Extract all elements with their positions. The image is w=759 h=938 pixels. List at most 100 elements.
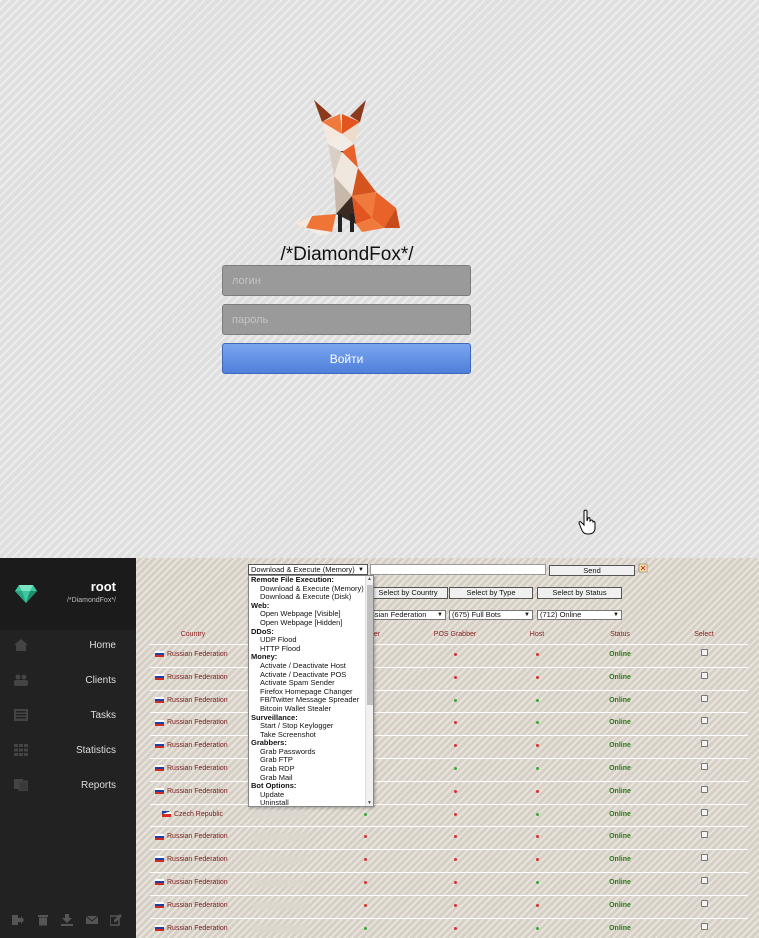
row-country: Russian Federation xyxy=(150,856,234,863)
trash-icon[interactable] xyxy=(37,914,49,926)
row-checkbox[interactable] xyxy=(700,763,708,770)
sidebar-header: root /*DiamondFox*/ xyxy=(0,558,136,630)
row-checkbox[interactable] xyxy=(700,877,708,884)
row-status: Online xyxy=(609,765,631,772)
row-select xyxy=(698,877,710,886)
mail-icon[interactable] xyxy=(85,914,98,926)
row-select xyxy=(698,785,710,795)
logout-icon[interactable] xyxy=(12,914,24,926)
row-host-indicator xyxy=(522,719,552,726)
row-select xyxy=(698,922,710,932)
row-checkbox[interactable] xyxy=(700,831,708,839)
row-checkbox[interactable] xyxy=(700,785,708,793)
row-host-indicator xyxy=(522,765,552,772)
bot-type-filter-select[interactable]: (675) Full Bots ▼ xyxy=(449,610,533,620)
table-row: Russian Federation Online xyxy=(150,917,748,938)
row-status: Online xyxy=(609,833,631,841)
row-pos-indicator xyxy=(440,811,470,818)
command-argument-input[interactable] xyxy=(370,564,546,575)
row-ip-redacted xyxy=(250,901,310,912)
login-button[interactable]: Войти xyxy=(222,343,471,374)
nav-item-clients[interactable]: Clients xyxy=(0,665,136,695)
select-by-status-button[interactable]: Select by Status xyxy=(537,587,622,599)
flag-icon xyxy=(155,696,164,703)
nav-label-home: Home xyxy=(89,639,116,651)
row-host-indicator xyxy=(522,742,552,749)
country-name: Russian Federation xyxy=(167,765,228,772)
row-host-indicator xyxy=(522,902,552,909)
row-checkbox[interactable] xyxy=(700,854,708,862)
clear-icon[interactable] xyxy=(638,563,648,573)
select-by-country-button[interactable]: Select by Country xyxy=(368,587,448,599)
edit-icon[interactable] xyxy=(110,914,122,926)
row-checkbox[interactable] xyxy=(700,808,708,816)
tasks-icon xyxy=(14,709,28,721)
row-pos-indicator xyxy=(440,788,470,795)
scroll-up-icon[interactable]: ▲ xyxy=(367,576,372,582)
row-status: Online xyxy=(609,879,631,886)
row-host-indicator xyxy=(522,651,552,658)
row-checkbox[interactable] xyxy=(700,740,708,748)
row-checkbox[interactable] xyxy=(700,649,708,656)
menu-option[interactable]: Uninstall xyxy=(249,799,366,806)
nav-item-reports[interactable]: Reports xyxy=(0,770,136,800)
country-filter-select[interactable]: ssian Federation ▼ xyxy=(368,610,446,620)
scroll-down-icon[interactable]: ▼ xyxy=(367,800,372,806)
menu-scroll-thumb[interactable] xyxy=(367,585,373,705)
row-pos-indicator xyxy=(440,879,470,886)
menu-scrollbar[interactable]: ▲ ▼ xyxy=(365,576,373,806)
row-select xyxy=(698,831,710,840)
grid-icon xyxy=(14,744,28,756)
home-icon xyxy=(14,639,28,651)
gem-icon xyxy=(15,585,37,603)
table-row: Czech Republic Online xyxy=(150,803,748,826)
country-name: Russian Federation xyxy=(167,787,228,795)
row-checkbox[interactable] xyxy=(700,717,708,725)
users-icon xyxy=(14,674,28,686)
row-pos-indicator xyxy=(440,902,470,909)
command-select[interactable]: Download & Execute (Memory) ▼ xyxy=(248,564,368,575)
row-status: Online xyxy=(609,901,631,909)
row-checkbox[interactable] xyxy=(700,671,708,679)
row-checkbox[interactable] xyxy=(700,899,708,907)
sidebar: root /*DiamondFox*/ Home Clients Tasks S… xyxy=(0,558,136,938)
login-input[interactable] xyxy=(222,265,471,296)
country-name: Russian Federation xyxy=(167,651,228,658)
row-select xyxy=(698,694,710,704)
fox-logo xyxy=(296,100,400,236)
row-host-indicator xyxy=(522,879,552,886)
flag-icon xyxy=(155,719,164,726)
nav-item-home[interactable]: Home xyxy=(0,630,136,660)
row-pos-indicator xyxy=(440,742,470,749)
row-select xyxy=(698,649,710,658)
flag-icon xyxy=(155,901,164,908)
country-name: Russian Federation xyxy=(167,924,228,932)
row-checkbox[interactable] xyxy=(700,922,708,930)
row-host-indicator xyxy=(522,674,552,681)
main-area: Download & Execute (Memory) ▼ Send Selec… xyxy=(136,558,759,938)
status-filter-select[interactable]: (712) Online ▼ xyxy=(537,610,622,620)
row-status: Online xyxy=(609,787,631,795)
row-checkbox[interactable] xyxy=(700,694,708,702)
row-select xyxy=(698,854,710,863)
row-select xyxy=(698,740,710,749)
chevron-down-icon: ▼ xyxy=(358,567,364,573)
bot-type-filter-value: (675) Full Bots xyxy=(452,610,501,619)
password-input[interactable] xyxy=(222,304,471,335)
send-button[interactable]: Send xyxy=(549,565,635,576)
nav-label-reports: Reports xyxy=(80,779,116,791)
user-subtitle: /*DiamondFox*/ xyxy=(66,597,116,604)
row-status: Online xyxy=(609,810,631,818)
table-row: Russian Federation Online xyxy=(150,666,748,689)
download-icon[interactable] xyxy=(61,914,73,926)
nav-item-tasks[interactable]: Tasks xyxy=(0,700,136,730)
select-by-type-button[interactable]: Select by Type xyxy=(449,587,533,599)
row-country: Russian Federation xyxy=(150,788,234,795)
row-pos-indicator xyxy=(440,697,470,704)
country-name: Russian Federation xyxy=(167,742,228,750)
row-host-indicator xyxy=(522,788,552,795)
row-country: Russian Federation xyxy=(150,833,234,840)
row-stealer-indicator xyxy=(350,902,380,909)
nav-item-statistics[interactable]: Statistics xyxy=(0,735,136,765)
nav-label-tasks: Tasks xyxy=(90,709,116,721)
